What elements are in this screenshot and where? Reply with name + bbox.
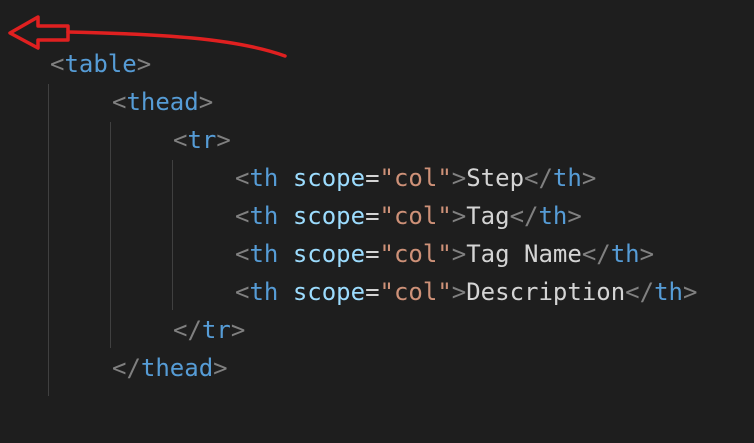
code-bracket: > bbox=[639, 240, 655, 268]
code-tag-name: th bbox=[610, 240, 640, 268]
code-editor[interactable]: <table> <thead> <tr> <th scope="col">Ste… bbox=[0, 0, 754, 443]
code-tag-name: thead bbox=[126, 88, 199, 116]
code-text: Step bbox=[466, 164, 525, 192]
code-tag-name: th bbox=[538, 202, 568, 230]
code-bracket: > bbox=[216, 126, 231, 154]
code-bracket: < bbox=[173, 126, 188, 154]
code-text: Tag Name bbox=[466, 240, 582, 268]
indent-guide-level-2 bbox=[110, 122, 111, 348]
code-line[interactable]: <th scope="col">Tag Name</th> bbox=[235, 235, 654, 273]
code-tag-name: tr bbox=[201, 316, 231, 344]
code-line[interactable]: <tr> bbox=[173, 121, 231, 159]
code-tag-name: table bbox=[64, 50, 137, 78]
code-bracket: </ bbox=[524, 164, 553, 192]
code-bracket: > bbox=[198, 88, 214, 116]
code-attribute-value: "col" bbox=[379, 164, 452, 192]
code-bracket: </ bbox=[581, 240, 611, 268]
code-tag-name: th bbox=[654, 278, 683, 306]
code-line[interactable]: </tr> bbox=[173, 311, 245, 349]
code-tag-name: th bbox=[249, 240, 279, 268]
code-bracket: </ bbox=[112, 354, 141, 382]
code-bracket: > bbox=[136, 50, 152, 78]
indent-guide-level-3 bbox=[172, 160, 173, 310]
code-bracket: < bbox=[235, 278, 250, 306]
code-bracket: </ bbox=[625, 278, 655, 306]
code-attribute-name: scope bbox=[292, 164, 366, 192]
code-bracket: > bbox=[451, 164, 467, 192]
code-equals: = bbox=[365, 202, 380, 230]
code-line[interactable]: <th scope="col">Description</th> bbox=[235, 273, 697, 311]
code-attribute-name: scope bbox=[292, 278, 366, 306]
code-bracket: > bbox=[451, 240, 467, 268]
code-equals: = bbox=[365, 240, 380, 268]
code-bracket: </ bbox=[173, 316, 202, 344]
code-bracket: > bbox=[451, 278, 467, 306]
code-bracket: < bbox=[112, 88, 127, 116]
code-tag-name: th bbox=[552, 164, 582, 192]
code-bracket: > bbox=[581, 164, 597, 192]
code-bracket: < bbox=[235, 240, 250, 268]
code-attribute-value: "col" bbox=[379, 278, 452, 306]
code-attribute-value: "col" bbox=[379, 202, 452, 230]
code-line[interactable]: </thead> bbox=[112, 349, 228, 387]
code-text: Tag bbox=[466, 202, 510, 230]
code-bracket: > bbox=[682, 278, 698, 306]
code-equals: = bbox=[365, 278, 380, 306]
code-bracket: > bbox=[451, 202, 467, 230]
code-bracket: < bbox=[235, 164, 250, 192]
code-tag-name: th bbox=[249, 202, 279, 230]
code-line[interactable]: <th scope="col">Tag</th> bbox=[235, 197, 582, 235]
code-tag-name: thead bbox=[140, 354, 214, 382]
code-equals: = bbox=[365, 164, 380, 192]
code-attribute-name: scope bbox=[292, 240, 366, 268]
code-line[interactable]: <table> bbox=[50, 45, 151, 83]
code-bracket: </ bbox=[509, 202, 539, 230]
code-tag-name: th bbox=[249, 278, 279, 306]
code-line[interactable]: <th scope="col">Step</th> bbox=[235, 159, 596, 197]
code-bracket: > bbox=[567, 202, 582, 230]
indent-guide-level-1 bbox=[48, 84, 49, 396]
code-attribute-name: scope bbox=[292, 202, 366, 230]
code-bracket: < bbox=[235, 202, 250, 230]
code-bracket: < bbox=[50, 50, 65, 78]
code-line[interactable]: <thead> bbox=[112, 83, 213, 121]
code-tag-name: th bbox=[249, 164, 279, 192]
code-text: Description bbox=[466, 278, 626, 306]
code-bracket: > bbox=[230, 316, 246, 344]
code-bracket: > bbox=[213, 354, 228, 382]
code-tag-name: tr bbox=[187, 126, 217, 154]
code-attribute-value: "col" bbox=[379, 240, 452, 268]
